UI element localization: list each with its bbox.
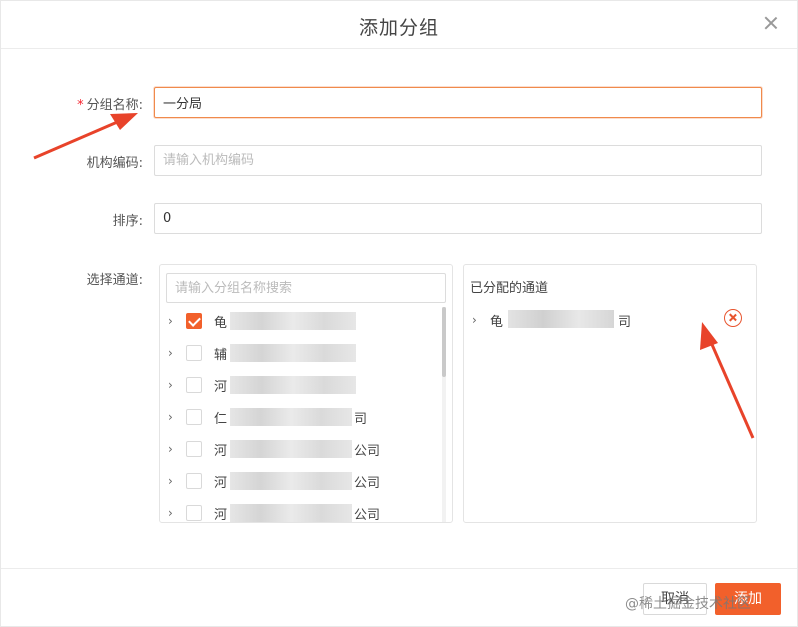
redacted-text bbox=[230, 312, 356, 330]
item-checkbox[interactable] bbox=[186, 313, 202, 329]
channel-list[interactable]: › 龟 › 辅 › 河 › 仁 司 › 河 公司 › 河 公司 › 河 公司 bbox=[160, 305, 444, 523]
add-group-dialog: 添加分组 *分组名称: 机构编码: 排序: 选择通道: › 龟 › 辅 bbox=[0, 0, 798, 627]
list-item[interactable]: › 河 公司 bbox=[160, 433, 444, 465]
item-name-suffix: 公司 bbox=[354, 476, 381, 491]
assigned-panel-title: 已分配的通道 bbox=[470, 281, 549, 296]
list-item[interactable]: › 龟 bbox=[160, 305, 444, 337]
item-name-prefix: 仁 bbox=[214, 412, 228, 427]
list-item[interactable]: › 仁 司 bbox=[160, 401, 444, 433]
item-name-suffix: 公司 bbox=[354, 444, 381, 459]
list-item[interactable]: › 河 公司 bbox=[160, 465, 444, 497]
item-name-prefix: 河 bbox=[214, 476, 228, 491]
item-checkbox[interactable] bbox=[186, 505, 202, 521]
remove-circle-icon[interactable] bbox=[724, 309, 742, 327]
assigned-item-prefix: 龟 bbox=[490, 315, 504, 330]
list-item[interactable]: › 河 公司 bbox=[160, 497, 444, 523]
redacted-text bbox=[230, 504, 352, 522]
channel-source-panel: › 龟 › 辅 › 河 › 仁 司 bbox=[159, 264, 453, 523]
redacted-text bbox=[230, 408, 352, 426]
redacted-text bbox=[230, 376, 356, 394]
assigned-item[interactable]: › 龟 司 bbox=[464, 307, 756, 331]
sort-label: 排序: bbox=[112, 214, 143, 229]
channel-label: 选择通道: bbox=[86, 273, 143, 288]
redacted-text bbox=[230, 472, 352, 490]
add-button[interactable]: 添加 bbox=[715, 583, 781, 615]
item-name-prefix: 河 bbox=[214, 444, 228, 459]
chevron-right-icon[interactable]: › bbox=[168, 411, 180, 423]
redacted-text bbox=[508, 310, 614, 328]
chevron-right-icon[interactable]: › bbox=[168, 475, 180, 487]
item-checkbox[interactable] bbox=[186, 441, 202, 457]
group-name-input[interactable] bbox=[154, 87, 762, 118]
item-name-suffix: 司 bbox=[354, 412, 368, 427]
item-name-prefix: 河 bbox=[214, 380, 228, 395]
group-name-label-text: 分组名称: bbox=[86, 98, 143, 113]
item-checkbox[interactable] bbox=[186, 473, 202, 489]
redacted-text bbox=[230, 440, 352, 458]
dialog-header: 添加分组 bbox=[1, 1, 797, 49]
group-name-label: * 分组名称: bbox=[1, 94, 143, 113]
item-checkbox[interactable] bbox=[186, 409, 202, 425]
cancel-button[interactable]: 取消 bbox=[643, 583, 707, 615]
item-checkbox[interactable] bbox=[186, 345, 202, 361]
required-mark: * bbox=[77, 98, 84, 113]
redacted-text bbox=[230, 344, 356, 362]
item-name-prefix: 辅 bbox=[214, 348, 228, 363]
item-checkbox[interactable] bbox=[186, 377, 202, 393]
chevron-right-icon[interactable]: › bbox=[168, 379, 180, 391]
item-name-suffix: 公司 bbox=[354, 508, 381, 523]
scrollbar-thumb[interactable] bbox=[442, 307, 446, 377]
item-name-prefix: 河 bbox=[214, 508, 228, 523]
assigned-item-suffix: 司 bbox=[618, 315, 632, 330]
chevron-right-icon[interactable]: › bbox=[168, 443, 180, 455]
list-item[interactable]: › 辅 bbox=[160, 337, 444, 369]
assigned-channels-panel: 已分配的通道 › 龟 司 bbox=[463, 264, 757, 523]
list-scrollbar[interactable] bbox=[442, 307, 446, 522]
channel-search-input[interactable] bbox=[166, 273, 446, 303]
chevron-right-icon[interactable]: › bbox=[168, 507, 180, 519]
chevron-right-icon[interactable]: › bbox=[472, 313, 477, 327]
sort-input[interactable] bbox=[154, 203, 762, 234]
list-item[interactable]: › 河 bbox=[160, 369, 444, 401]
item-name-prefix: 龟 bbox=[214, 316, 228, 331]
org-code-label: 机构编码: bbox=[86, 156, 143, 171]
dialog-title: 添加分组 bbox=[358, 17, 439, 39]
dialog-footer: 取消 添加 @稀土掘金技术社区 bbox=[1, 568, 797, 627]
org-code-input[interactable] bbox=[154, 145, 762, 176]
chevron-right-icon[interactable]: › bbox=[168, 315, 180, 327]
chevron-right-icon[interactable]: › bbox=[168, 347, 180, 359]
close-icon[interactable] bbox=[763, 15, 779, 31]
